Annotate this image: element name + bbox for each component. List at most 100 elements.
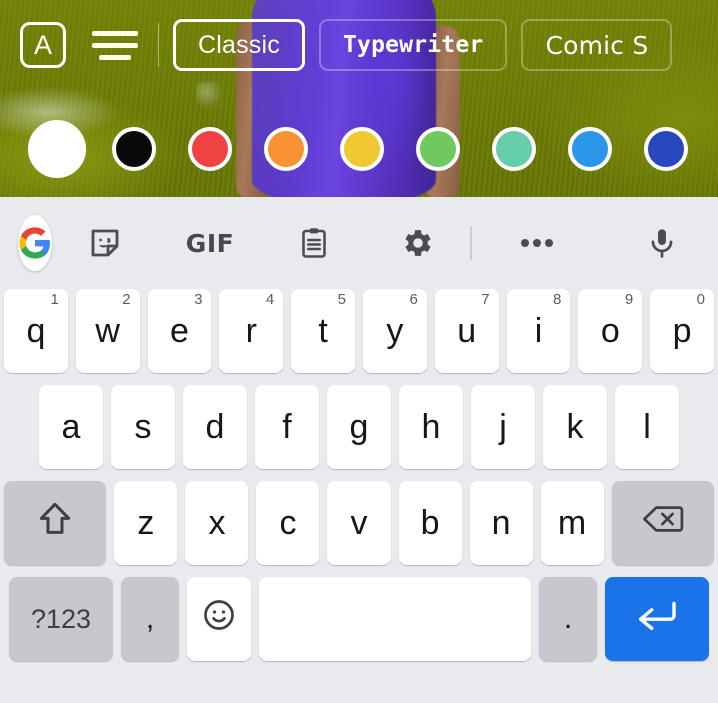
color-swatch-black[interactable]	[112, 127, 156, 171]
color-swatch-red[interactable]	[188, 127, 232, 171]
emoji-smiley-icon	[201, 597, 237, 642]
key-n[interactable]: n	[469, 481, 533, 565]
key-m[interactable]: m	[540, 481, 604, 565]
color-swatch-green[interactable]	[416, 127, 460, 171]
key-number: 8	[553, 291, 562, 308]
key-q[interactable]: q1	[4, 289, 68, 373]
color-swatch-orange[interactable]	[264, 127, 308, 171]
color-swatch-teal-green[interactable]	[492, 127, 536, 171]
key-label: e	[170, 311, 189, 350]
font-toolbar: A Classic Typewriter Comic S	[0, 14, 718, 76]
key-a[interactable]: a	[39, 385, 103, 469]
key-number: 7	[481, 291, 490, 308]
key-p[interactable]: p0	[650, 289, 714, 373]
key-number: 2	[122, 291, 131, 308]
key-label: k	[566, 407, 584, 446]
symbols-key[interactable]: ?123	[9, 577, 113, 661]
clipboard-icon[interactable]	[262, 225, 366, 261]
shift-key[interactable]	[3, 481, 107, 565]
text-format-icon[interactable]: A	[20, 22, 66, 68]
more-options-icon[interactable]	[472, 238, 602, 248]
key-number: 6	[409, 291, 418, 308]
key-label: a	[61, 407, 81, 446]
text-align-center-icon[interactable]	[86, 22, 144, 68]
color-swatch-dark-blue[interactable]	[644, 127, 688, 171]
color-palette	[0, 118, 718, 180]
google-logo-icon[interactable]	[18, 215, 52, 271]
comma-key[interactable]: ,	[121, 577, 179, 661]
period-key[interactable]: .	[539, 577, 597, 661]
key-h[interactable]: h	[399, 385, 463, 469]
key-label: .	[563, 602, 573, 635]
key-label: ,	[145, 602, 155, 635]
font-option-comic-sans[interactable]: Comic S	[521, 19, 673, 71]
key-o[interactable]: o9	[578, 289, 643, 373]
key-number: 9	[624, 291, 634, 308]
toolbar-divider	[158, 23, 159, 67]
key-label: ?123	[30, 603, 92, 634]
key-label: f	[282, 407, 292, 446]
key-t[interactable]: t5	[291, 289, 355, 373]
key-w[interactable]: w2	[75, 289, 140, 373]
key-label: y	[386, 311, 404, 350]
key-b[interactable]: b	[398, 481, 462, 565]
font-option-label: Typewriter	[342, 32, 484, 58]
gif-label: GIF	[185, 228, 235, 258]
sticker-icon[interactable]	[52, 225, 158, 261]
key-d[interactable]: d	[183, 385, 247, 469]
app-root: A Classic Typewriter Comic S GIF q 1 w 2…	[0, 0, 718, 703]
key-c[interactable]: c	[256, 481, 320, 565]
font-option-label: Classic	[198, 30, 280, 59]
key-label: o	[600, 311, 620, 350]
key-number: 0	[696, 291, 705, 308]
key-label: h	[421, 407, 441, 446]
align-line-3	[99, 54, 131, 60]
key-x[interactable]: x	[185, 481, 249, 565]
gif-icon[interactable]: GIF	[158, 229, 262, 258]
key-k[interactable]: k	[543, 385, 607, 469]
color-swatch-white[interactable]	[28, 120, 86, 178]
keyboard-row-1: q1 w2 e3 r4 t5 y6 u7 i8 o9 p0	[0, 289, 718, 373]
key-r[interactable]: r4	[219, 289, 284, 373]
key-label: j	[499, 407, 507, 446]
key-label: t	[318, 311, 328, 350]
key-l[interactable]: l	[615, 385, 679, 469]
backspace-icon	[642, 502, 684, 545]
gear-icon[interactable]	[366, 225, 470, 261]
key-label: z	[137, 503, 155, 542]
key-number: 3	[194, 291, 203, 308]
key-u[interactable]: u7	[434, 289, 499, 373]
key-e[interactable]: e3	[147, 289, 212, 373]
color-swatch-light-blue[interactable]	[568, 127, 612, 171]
enter-key[interactable]	[605, 577, 709, 661]
font-option-typewriter[interactable]: Typewriter	[318, 19, 508, 71]
color-swatch-yellow[interactable]	[340, 127, 384, 171]
backspace-key[interactable]	[611, 481, 715, 565]
key-label: d	[205, 407, 225, 446]
key-label: x	[208, 503, 226, 542]
emoji-key[interactable]	[187, 577, 251, 661]
microphone-icon[interactable]	[602, 225, 718, 261]
key-f[interactable]: f	[255, 385, 319, 469]
key-j[interactable]: j	[471, 385, 535, 469]
font-option-classic[interactable]: Classic	[173, 19, 305, 71]
key-v[interactable]: v	[327, 481, 391, 565]
key-label: r	[245, 311, 257, 350]
align-line-2	[92, 42, 138, 48]
keyboard-row-3: z x c v b n m	[0, 469, 718, 565]
key-label: i	[534, 311, 543, 350]
key-i[interactable]: i8	[506, 289, 571, 373]
key-s[interactable]: s	[111, 385, 175, 469]
key-label: p	[672, 311, 692, 350]
keyboard-row-4: ?123 , .	[0, 565, 718, 661]
space-key[interactable]	[259, 577, 531, 661]
key-label: l	[643, 407, 651, 446]
key-label: v	[350, 503, 368, 542]
key-g[interactable]: g	[327, 385, 391, 469]
enter-return-icon	[635, 598, 679, 641]
key-label: g	[349, 407, 369, 446]
key-number: 5	[337, 291, 346, 308]
key-z[interactable]: z	[114, 481, 178, 565]
key-y[interactable]: y6	[363, 289, 427, 373]
align-line-1	[92, 30, 138, 36]
